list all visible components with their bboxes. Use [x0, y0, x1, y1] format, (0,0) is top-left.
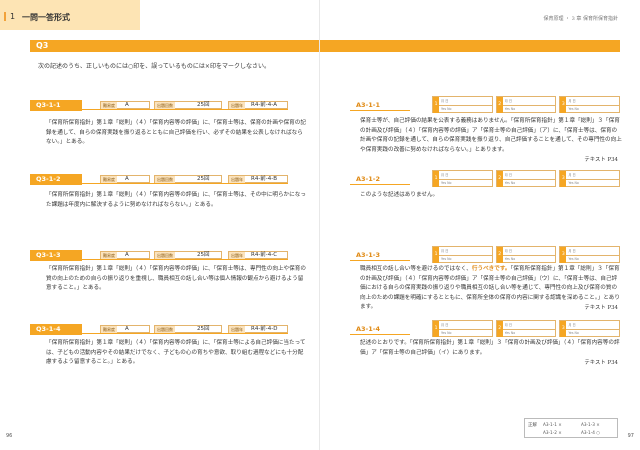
check-box[interactable]: 2月 日 Yes No	[495, 320, 557, 337]
check-boxes[interactable]: 1月 日 Yes No 2月 日 Yes No 3月 日 Yes No	[432, 320, 621, 337]
question-text: 「保育所保育指針」第１章「総則」（４）「保育内容等の評価」に、「保育士等による自…	[46, 340, 306, 365]
answer-key-label: 正解	[528, 423, 537, 428]
question-text: 「保育所保育指針」第１章「総則」（４）「保育内容等の評価」に、「保育士等は、保育…	[46, 120, 306, 145]
chapter-title: 一問一答形式	[22, 13, 70, 22]
question-header: Q3-1-2 難易度 A 出題回数 25回 出題年 R4-前-4-B	[30, 174, 288, 185]
count-tag: 出題回数 25回	[154, 251, 222, 259]
check-box[interactable]: 3月 日 Yes No	[559, 96, 621, 113]
chapter-tab: 1 一問一答形式	[0, 0, 140, 30]
answer-key-box: 正解 A3-1-1 × A3-1-3 × A3-1-2 × A3-1-4 ○	[524, 418, 618, 438]
check-box[interactable]: 3月 日 Yes No	[559, 170, 621, 187]
difficulty-tag: 難易度 A	[100, 325, 150, 333]
answer-id-badge: A3-1-3	[350, 250, 410, 261]
count-tag: 出題回数 25回	[154, 175, 222, 183]
answer-header: A3-1-1 1月 日 Yes No 2月 日 Yes No 3月 日 Yes No	[320, 96, 621, 113]
right-page: 保育原理 ・ 3 章 保育所保育指針 A3-1-1 1月 日 Yes No 2月 …	[320, 0, 640, 450]
chapter-number: 1	[10, 12, 16, 21]
question-id-badge: Q3-1-3	[30, 250, 82, 261]
section-bar: Q3	[30, 40, 320, 52]
answer-key-item: A3-1-3 ×	[581, 422, 600, 427]
answer-text: 記述のとおりです。「保育所保育指針」第１章「総則」３「保育の計画及び評価」（４）…	[360, 340, 620, 356]
question-id-badge: Q3-1-1	[30, 100, 82, 111]
text-reference: テキスト P34	[584, 360, 618, 366]
check-box[interactable]: 1月 日 Yes No	[432, 170, 493, 187]
left-page: 1 一問一答形式 Q3 次の記述のうち、正しいものには○印を、誤っているものには…	[0, 0, 320, 450]
year-tag: 出題年 R4-前-4-D	[228, 325, 288, 333]
answer-text: 職員相互の話し合い等を避けるのではなく、行うべきです。「保育所保育指針」第１章「…	[360, 266, 620, 310]
instruction-text: 次の記述のうち、正しいものには○印を、誤っているものには×印をマークしなさい。	[38, 63, 270, 70]
year-tag: 出題年 R4-前-4-C	[228, 251, 288, 259]
question-text: 「保育所保育指針」第１章「総則」（４）「保育内容等の評価」に、「保育士等は、専門…	[46, 266, 306, 291]
section-label: Q3	[36, 41, 49, 50]
answer-id-badge: A3-1-2	[350, 174, 410, 185]
page-number-left: 96	[6, 433, 13, 439]
question-id-badge: Q3-1-4	[30, 324, 82, 335]
emphasis-text: 行うべきです。	[471, 266, 511, 272]
check-boxes[interactable]: 1月 日 Yes No 2月 日 Yes No 3月 日 Yes No	[432, 170, 621, 187]
answer-header: A3-1-4 1月 日 Yes No 2月 日 Yes No 3月 日 Yes No	[320, 320, 621, 337]
text-reference: テキスト P34	[584, 157, 618, 163]
chapter-tab-marker	[4, 12, 6, 21]
count-tag: 出題回数 25回	[154, 101, 222, 109]
question-header: Q3-1-3 難易度 A 出題回数 25回 出題年 R4-前-4-C	[30, 250, 288, 261]
text-reference: テキスト P34	[584, 305, 618, 311]
question-text: 「保育所保育指針」第１章「総則」（４）「保育内容等の評価」に、「保育士等は、その…	[46, 192, 306, 208]
answer-header: A3-1-2 1月 日 Yes No 2月 日 Yes No 3月 日 Yes No	[320, 170, 621, 187]
answer-text: 保育士等が、自己評価の結果を公表する義務はありません。「保育所保育指針」第１章「…	[360, 118, 622, 153]
check-box[interactable]: 1月 日 Yes No	[432, 320, 493, 337]
count-tag: 出題回数 25回	[154, 325, 222, 333]
question-header: Q3-1-1 難易度 A 出題回数 25回 出題年 R4-前-4-A	[30, 100, 288, 111]
answer-id-badge: A3-1-1	[350, 100, 410, 111]
answer-key-item: A3-1-4 ○	[581, 430, 600, 435]
check-box[interactable]: 3月 日 Yes No	[559, 246, 621, 263]
check-boxes[interactable]: 1月 日 Yes No 2月 日 Yes No 3月 日 Yes No	[432, 96, 621, 113]
answer-key-item: A3-1-1 ×	[543, 422, 562, 427]
answer-text: このような記述はありません。	[360, 192, 439, 198]
year-tag: 出題年 R4-前-4-B	[228, 175, 288, 183]
running-head: 保育原理 ・ 3 章 保育所保育指針	[543, 16, 618, 22]
check-box[interactable]: 1月 日 Yes No	[432, 96, 493, 113]
check-box[interactable]: 2月 日 Yes No	[495, 96, 557, 113]
difficulty-tag: 難易度 A	[100, 175, 150, 183]
difficulty-tag: 難易度 A	[100, 101, 150, 109]
check-box[interactable]: 2月 日 Yes No	[495, 246, 557, 263]
check-boxes[interactable]: 1月 日 Yes No 2月 日 Yes No 3月 日 Yes No	[432, 246, 621, 263]
difficulty-tag: 難易度 A	[100, 251, 150, 259]
check-box[interactable]: 3月 日 Yes No	[559, 320, 621, 337]
question-header: Q3-1-4 難易度 A 出題回数 25回 出題年 R4-前-4-D	[30, 324, 288, 335]
answer-key-item: A3-1-2 ×	[543, 430, 562, 435]
check-box[interactable]: 2月 日 Yes No	[495, 170, 557, 187]
check-box[interactable]: 1月 日 Yes No	[432, 246, 493, 263]
question-id-badge: Q3-1-2	[30, 174, 82, 185]
page-number-right: 97	[627, 433, 634, 439]
section-bar-continued	[320, 40, 620, 52]
answer-header: A3-1-3 1月 日 Yes No 2月 日 Yes No 3月 日 Yes No	[320, 246, 621, 263]
answer-id-badge: A3-1-4	[350, 324, 410, 335]
year-tag: 出題年 R4-前-4-A	[228, 101, 288, 109]
